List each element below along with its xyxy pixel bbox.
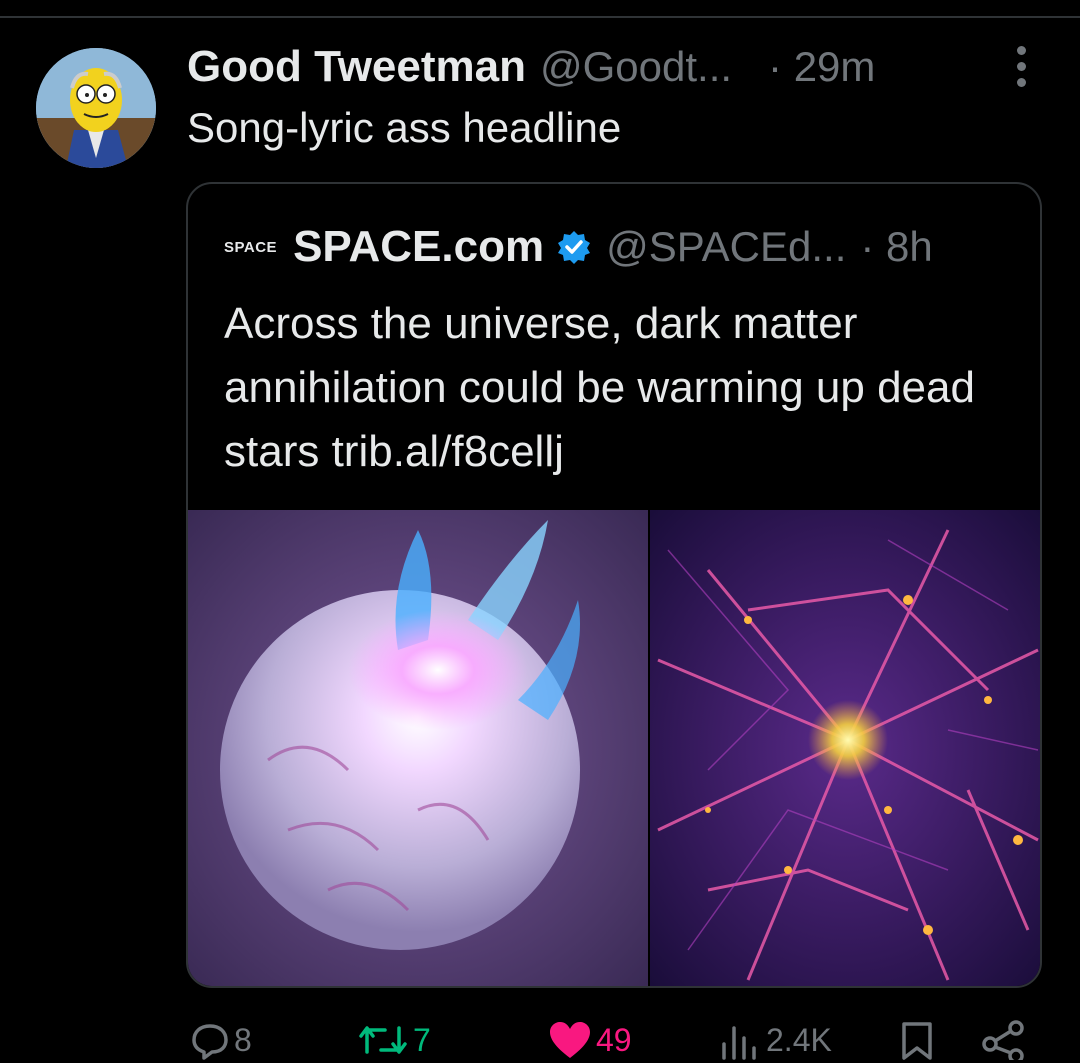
avatar[interactable] (36, 48, 156, 168)
retweet-button[interactable]: 7 (357, 1020, 431, 1063)
bookmark-icon (902, 1022, 932, 1060)
like-icon (550, 1022, 590, 1058)
timestamp[interactable]: · 29m (768, 43, 875, 91)
more-icon[interactable] (1015, 46, 1027, 88)
reply-icon (192, 1024, 228, 1060)
retweet-count: 7 (413, 1022, 431, 1058)
bookmark-button[interactable] (900, 1020, 934, 1063)
display-name[interactable]: Good Tweetman (187, 42, 526, 92)
verified-badge-icon (558, 231, 591, 264)
tweet-text: Song-lyric ass headline (187, 104, 622, 151)
reply-count: 8 (234, 1022, 252, 1058)
tweet-header: Good Tweetman @Goodt... · 29m (187, 40, 1047, 94)
quoted-tweet[interactable]: SPACE SPACE.com @SPACEd... · 8h Across t… (186, 182, 1042, 988)
quoted-handle[interactable]: @SPACEd... (606, 223, 846, 271)
like-button[interactable]: 49 (548, 1020, 632, 1063)
space-logo: SPACE (224, 238, 278, 256)
reply-button[interactable]: 8 (190, 1020, 252, 1063)
handle[interactable]: @Goodt... (540, 43, 732, 91)
retweet-icon (359, 1026, 407, 1054)
share-icon (982, 1020, 1024, 1060)
quoted-tweet-header: SPACE SPACE.com @SPACEd... · 8h (224, 220, 1024, 274)
views-button[interactable]: 2.4K (718, 1020, 832, 1063)
top-divider (0, 16, 1080, 18)
like-count: 49 (596, 1022, 632, 1058)
quoted-tweet-text: Across the universe, dark matter annihil… (224, 299, 975, 476)
views-count: 2.4K (766, 1022, 832, 1058)
quoted-media[interactable] (188, 510, 1040, 986)
quoted-display-name[interactable]: SPACE.com (293, 222, 544, 272)
views-icon (722, 1026, 756, 1060)
quoted-timestamp[interactable]: · 8h (860, 223, 932, 271)
tweet-actions: 8 7 49 2.4K (0, 1020, 1080, 1063)
share-button[interactable] (982, 1020, 1026, 1063)
